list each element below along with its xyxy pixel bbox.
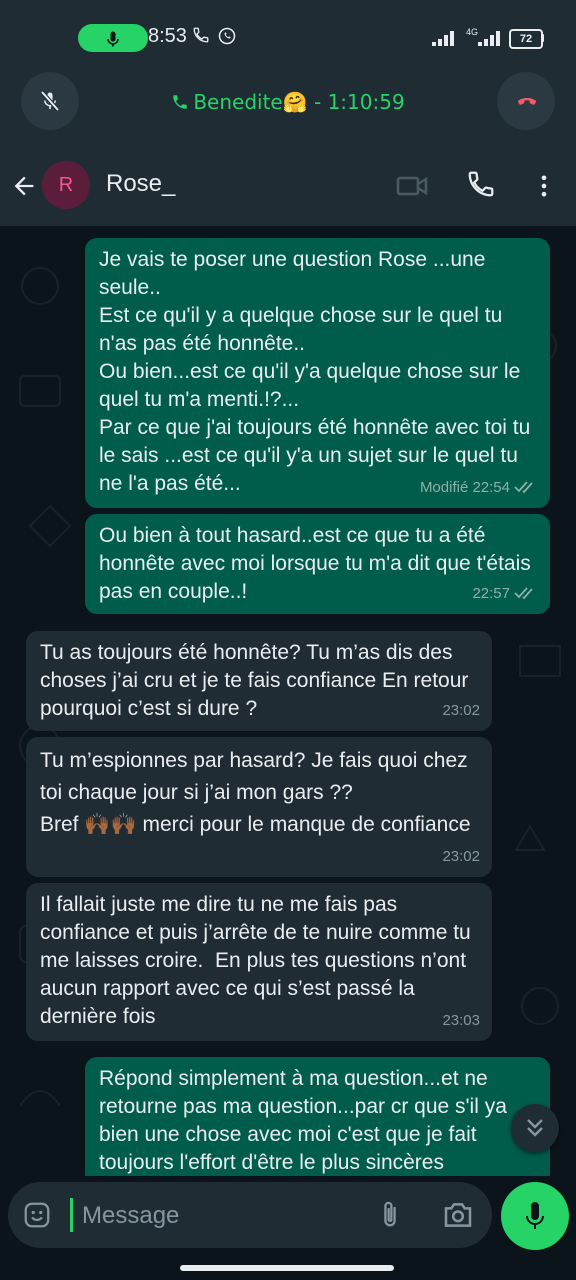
- message-text: Je vais te poser une question Rose ...un…: [99, 248, 531, 495]
- chat-area[interactable]: Je vais te poser une question Rose ...un…: [0, 226, 576, 1176]
- signal-icon-2: [478, 31, 500, 46]
- message-meta: Modifié 22:54: [420, 474, 538, 502]
- phone-icon: [173, 95, 188, 109]
- hangup-button[interactable]: [497, 72, 555, 130]
- text-caret: [70, 1198, 73, 1232]
- paperclip-icon[interactable]: [376, 1199, 404, 1231]
- message-time: 22:57: [472, 585, 510, 602]
- phone-hangup-icon: [517, 98, 537, 105]
- whatsapp-status-icon: [218, 27, 236, 45]
- message-input[interactable]: [80, 1194, 374, 1238]
- message-time: 23:02: [442, 848, 480, 865]
- active-call-pill[interactable]: [78, 24, 148, 52]
- call-label: Benedite🤗 - 1:10:59: [193, 90, 405, 114]
- message-time: Modifié 22:54: [419, 479, 510, 496]
- microphone-icon: [526, 1202, 544, 1229]
- video-camera-icon[interactable]: [396, 172, 428, 200]
- chat-header: R Rose_: [0, 144, 576, 226]
- double-check-icon: [514, 481, 533, 494]
- battery-icon: [541, 34, 544, 42]
- home-indicator[interactable]: [180, 1265, 394, 1271]
- message-bubble-incoming[interactable]: Tu m’espionnes par hasard? Je fais quoi …: [26, 737, 492, 877]
- message-meta: 23:02: [442, 697, 480, 725]
- message-text: Il fallait juste me dire tu ne me fais p…: [40, 893, 477, 1028]
- message-bubble-outgoing[interactable]: Répond simplement à ma question...et ne …: [85, 1057, 550, 1176]
- message-meta: 22:57: [472, 580, 538, 608]
- voice-record-button[interactable]: [501, 1182, 569, 1250]
- message-bubble-incoming[interactable]: Il fallait juste me dire tu ne me fais p…: [26, 883, 492, 1041]
- message-meta: 23:03: [442, 1007, 480, 1035]
- status-bar: 8:53 4G 72: [0, 0, 576, 72]
- message-text: Ou bien à tout hasard..est ce que tu a é…: [99, 524, 537, 603]
- battery-level: 72: [509, 29, 543, 49]
- message-text: Tu as toujours été honnête? Tu m’as dis …: [40, 641, 475, 720]
- message-time: 23:03: [442, 1012, 480, 1029]
- arrow-left-icon[interactable]: [10, 172, 38, 200]
- signal-icon: [432, 31, 454, 46]
- message-bubble-outgoing[interactable]: Ou bien à tout hasard..est ce que tu a é…: [85, 514, 550, 614]
- message-composer: [8, 1182, 492, 1248]
- contact-name[interactable]: Rose_: [106, 170, 175, 198]
- status-time: 8:53: [148, 25, 187, 47]
- message-bubble-incoming[interactable]: Tu as toujours été honnête? Tu m’as dis …: [26, 631, 492, 731]
- phone-icon[interactable]: [466, 169, 496, 199]
- ongoing-call-bar[interactable]: Benedite🤗 - 1:10:59: [0, 72, 576, 144]
- camera-icon[interactable]: [442, 1200, 474, 1230]
- emoji-icon[interactable]: [22, 1200, 52, 1230]
- message-bubble-outgoing[interactable]: Je vais te poser une question Rose ...un…: [85, 238, 550, 508]
- avatar[interactable]: R: [42, 161, 90, 209]
- microphone-icon: [107, 31, 119, 47]
- double-check-icon: [514, 587, 533, 600]
- double-chevron-down-icon: [527, 1119, 543, 1137]
- message-meta: 23:02: [442, 843, 480, 871]
- more-vertical-icon[interactable]: [530, 172, 558, 200]
- scroll-to-bottom-button[interactable]: [511, 1104, 559, 1152]
- phone-status-icon: [193, 27, 209, 43]
- network-type: 4G: [466, 27, 479, 37]
- message-text: Répond simplement à ma question...et ne …: [99, 1067, 513, 1174]
- message-text: Tu m’espionnes par hasard? Je fais quoi …: [40, 749, 471, 836]
- call-info[interactable]: Benedite🤗 - 1:10:59: [0, 90, 576, 115]
- message-time: 23:02: [442, 702, 480, 719]
